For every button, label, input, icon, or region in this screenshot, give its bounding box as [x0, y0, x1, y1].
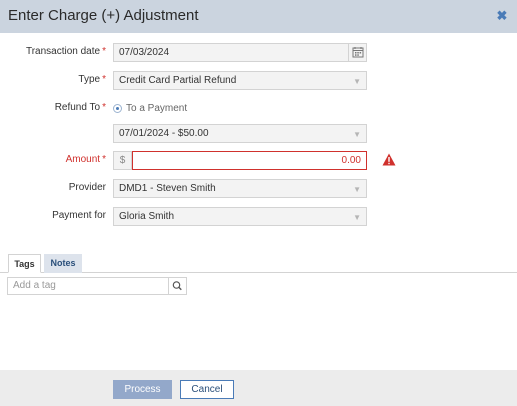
refund-to-label: Refund To * — [54, 102, 106, 113]
process-button[interactable]: Process — [113, 380, 172, 399]
transaction-date-input[interactable]: 07/03/2024 — [113, 43, 367, 62]
transaction-date-label: Transaction date * — [25, 46, 106, 57]
required-marker: * — [102, 74, 106, 85]
dialog-footer — [0, 370, 517, 406]
payment-select[interactable]: 07/01/2024 - $50.00 ▼ — [113, 124, 367, 143]
tab-notes[interactable]: Notes — [44, 254, 82, 273]
transaction-date-value: 07/03/2024 — [119, 47, 170, 58]
amount-input[interactable]: 0.00 — [132, 151, 367, 170]
payment-for-select[interactable]: Gloria Smith ▼ — [113, 207, 367, 226]
provider-select[interactable]: DMD1 - Steven Smith ▼ — [113, 179, 367, 198]
warning-icon — [382, 153, 396, 166]
close-icon[interactable]: ✖ — [495, 9, 509, 23]
required-marker: * — [102, 102, 106, 113]
tab-bar: Tags Notes — [0, 254, 517, 273]
type-select[interactable]: Credit Card Partial Refund ▼ — [113, 71, 367, 90]
to-a-payment-label: To a Payment — [126, 102, 188, 114]
amount-label: Amount * — [65, 154, 106, 165]
search-icon[interactable] — [168, 277, 187, 295]
required-marker: * — [102, 46, 106, 57]
chevron-down-icon: ▼ — [353, 213, 361, 222]
radio-selected-icon[interactable] — [113, 103, 122, 113]
payment-for-value: Gloria Smith — [119, 211, 175, 222]
payment-for-label: Payment for — [52, 210, 106, 221]
chevron-down-icon: ▼ — [353, 185, 361, 194]
type-label: Type * — [78, 74, 106, 85]
chevron-down-icon: ▼ — [353, 130, 361, 139]
currency-symbol: $ — [113, 151, 132, 170]
dialog-header: Enter Charge (+) Adjustment ✖ — [0, 0, 517, 33]
to-a-payment-radio[interactable]: To a Payment — [113, 99, 187, 117]
provider-label: Provider — [68, 182, 106, 193]
calendar-icon[interactable] — [348, 44, 366, 61]
type-value: Credit Card Partial Refund — [119, 75, 237, 86]
payment-value: 07/01/2024 - $50.00 — [119, 128, 209, 139]
dialog-title: Enter Charge (+) Adjustment — [8, 7, 199, 24]
required-marker: * — [102, 154, 106, 165]
chevron-down-icon: ▼ — [353, 77, 361, 86]
cancel-button[interactable]: Cancel — [180, 380, 234, 399]
add-tag-input[interactable]: Add a tag — [7, 277, 169, 295]
provider-value: DMD1 - Steven Smith — [119, 183, 216, 194]
tab-tags[interactable]: Tags — [8, 254, 41, 273]
